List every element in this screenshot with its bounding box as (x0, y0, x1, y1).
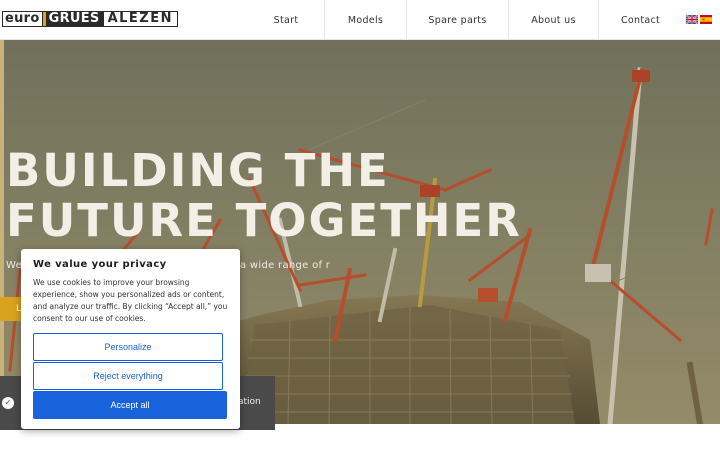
personalize-button[interactable]: Personalize (33, 333, 223, 361)
site-header: euro GRUES ALEZEN Start Models Spare par… (0, 0, 720, 40)
cookie-title: We value your privacy (33, 259, 167, 270)
accept-all-button[interactable]: Accept all (33, 391, 227, 419)
nav-start[interactable]: Start (248, 0, 324, 40)
nav-spare-parts[interactable]: Spare parts (406, 0, 508, 40)
reject-all-button[interactable]: Reject everything (33, 362, 223, 390)
nav-models[interactable]: Models (324, 0, 406, 40)
main-nav: Start Models Spare parts About us Contac… (248, 0, 682, 40)
logo-text-euro: euro (3, 11, 42, 26)
site-logo[interactable]: euro GRUES ALEZEN (2, 11, 178, 27)
hero-headline: BUILDING THE FUTURE TOGETHER (6, 146, 522, 246)
cookie-consent-dialog: We value your privacy We use cookies to … (21, 249, 240, 429)
check-circle-icon: ✓ (2, 397, 14, 409)
spanish-flag-icon[interactable] (700, 15, 712, 24)
language-switcher (686, 15, 712, 24)
nav-about-us[interactable]: About us (508, 0, 598, 40)
hero-left-border (0, 40, 4, 424)
info-bar-text: ation (238, 397, 261, 407)
hero-headline-line-1: BUILDING THE (6, 144, 390, 197)
logo-mark-icon (42, 12, 46, 26)
logo-text-alezen: ALEZEN (103, 12, 177, 26)
logo-text-grues: GRUES (48, 11, 100, 26)
hero-headline-line-2: FUTURE TOGETHER (6, 194, 522, 247)
nav-contact[interactable]: Contact (598, 0, 682, 40)
english-flag-icon[interactable] (686, 15, 698, 24)
page: euro GRUES ALEZEN Start Models Spare par… (0, 0, 720, 450)
cookie-body: We use cookies to improve your browsing … (33, 278, 228, 323)
